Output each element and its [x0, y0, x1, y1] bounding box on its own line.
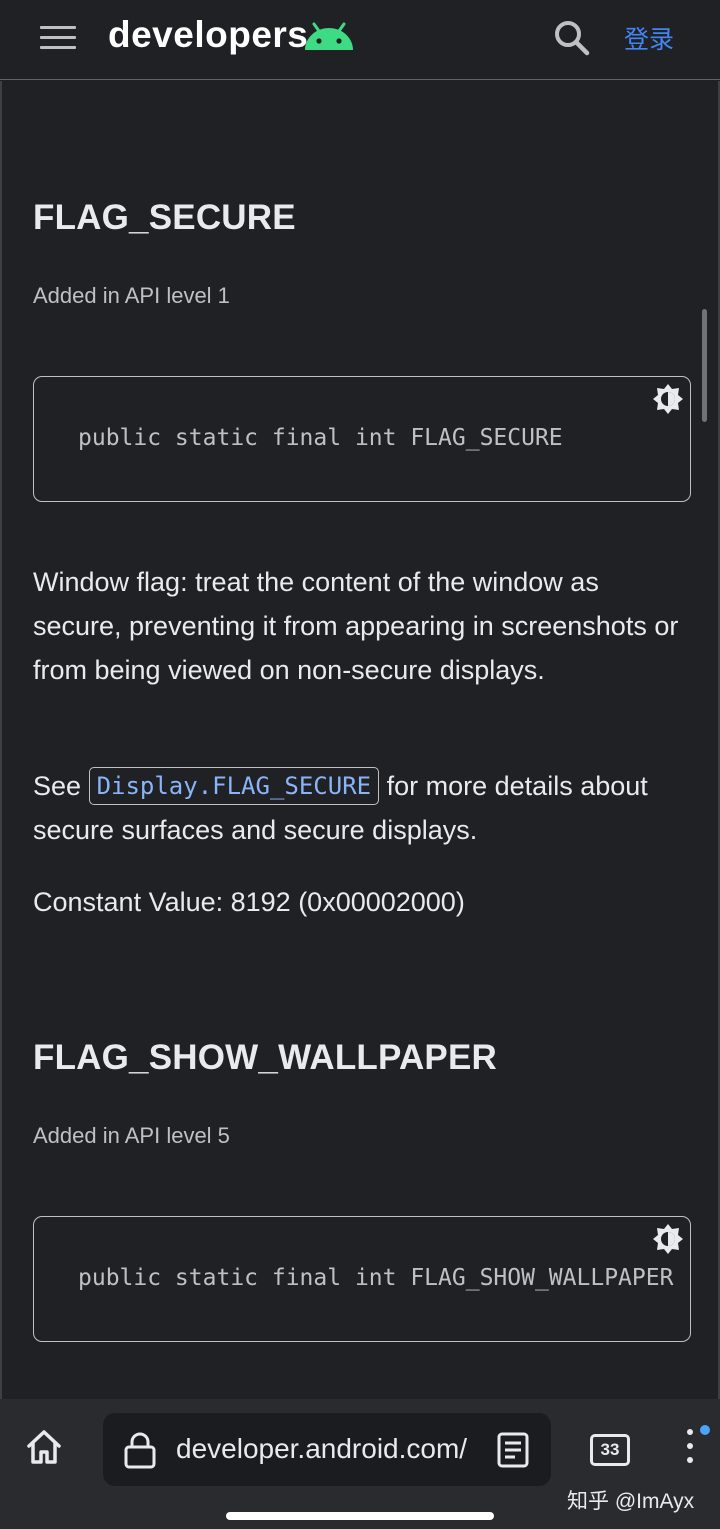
- notification-dot: [700, 1425, 710, 1435]
- reader-mode-icon[interactable]: [495, 1431, 531, 1469]
- android-logo-icon: [305, 22, 353, 50]
- see-prefix: See: [33, 771, 82, 801]
- section-heading-flag-secure: FLAG_SECURE: [33, 198, 296, 237]
- page-scrollbar[interactable]: [702, 309, 707, 422]
- api-level-label: Added in API level 1: [33, 283, 230, 308]
- code-signature: public static final int FLAG_SECURE: [78, 425, 563, 451]
- site-header: developers 登录: [0, 0, 720, 80]
- home-icon[interactable]: [24, 1427, 64, 1467]
- lock-icon: [124, 1432, 156, 1469]
- code-signature: public static final int FLAG_SHOW_WALLPA…: [78, 1265, 674, 1291]
- developers-logo-text[interactable]: developers: [108, 14, 308, 56]
- tab-count: 33: [590, 1434, 630, 1466]
- code-block: public static final int FLAG_SECURE: [33, 376, 691, 502]
- doc-content: FLAG_SECURE Added in API level 1 public …: [0, 81, 720, 1399]
- section-heading-flag-show-wallpaper: FLAG_SHOW_WALLPAPER: [33, 1038, 497, 1077]
- description-paragraph: Window flag: treat the content of the wi…: [33, 567, 679, 685]
- browser-toolbar: developer.android.com/ 33 知乎 @ImAyx: [0, 1399, 720, 1529]
- theme-toggle-icon[interactable]: [652, 1223, 684, 1255]
- search-icon[interactable]: [552, 18, 592, 58]
- more-vert-icon[interactable]: [680, 1429, 700, 1473]
- watermark: 知乎 @ImAyx: [567, 1490, 695, 1513]
- theme-toggle-icon[interactable]: [652, 383, 684, 415]
- tabs-icon[interactable]: 33: [590, 1434, 630, 1466]
- constant-value: Constant Value: 8192 (0x00002000): [33, 887, 465, 917]
- login-link[interactable]: 登录: [624, 20, 674, 56]
- hamburger-menu-icon[interactable]: [40, 26, 76, 54]
- display-flag-secure-link[interactable]: Display.FLAG_SECURE: [88, 766, 380, 805]
- api-level-label: Added in API level 5: [33, 1123, 230, 1148]
- gesture-bar[interactable]: [226, 1512, 494, 1520]
- code-block: public static final int FLAG_SHOW_WALLPA…: [33, 1216, 691, 1342]
- see-also-paragraph: See Display.FLAG_SECURE for more details…: [33, 764, 683, 852]
- address-bar[interactable]: developer.android.com/: [103, 1413, 551, 1486]
- url-text[interactable]: developer.android.com/: [176, 1433, 474, 1465]
